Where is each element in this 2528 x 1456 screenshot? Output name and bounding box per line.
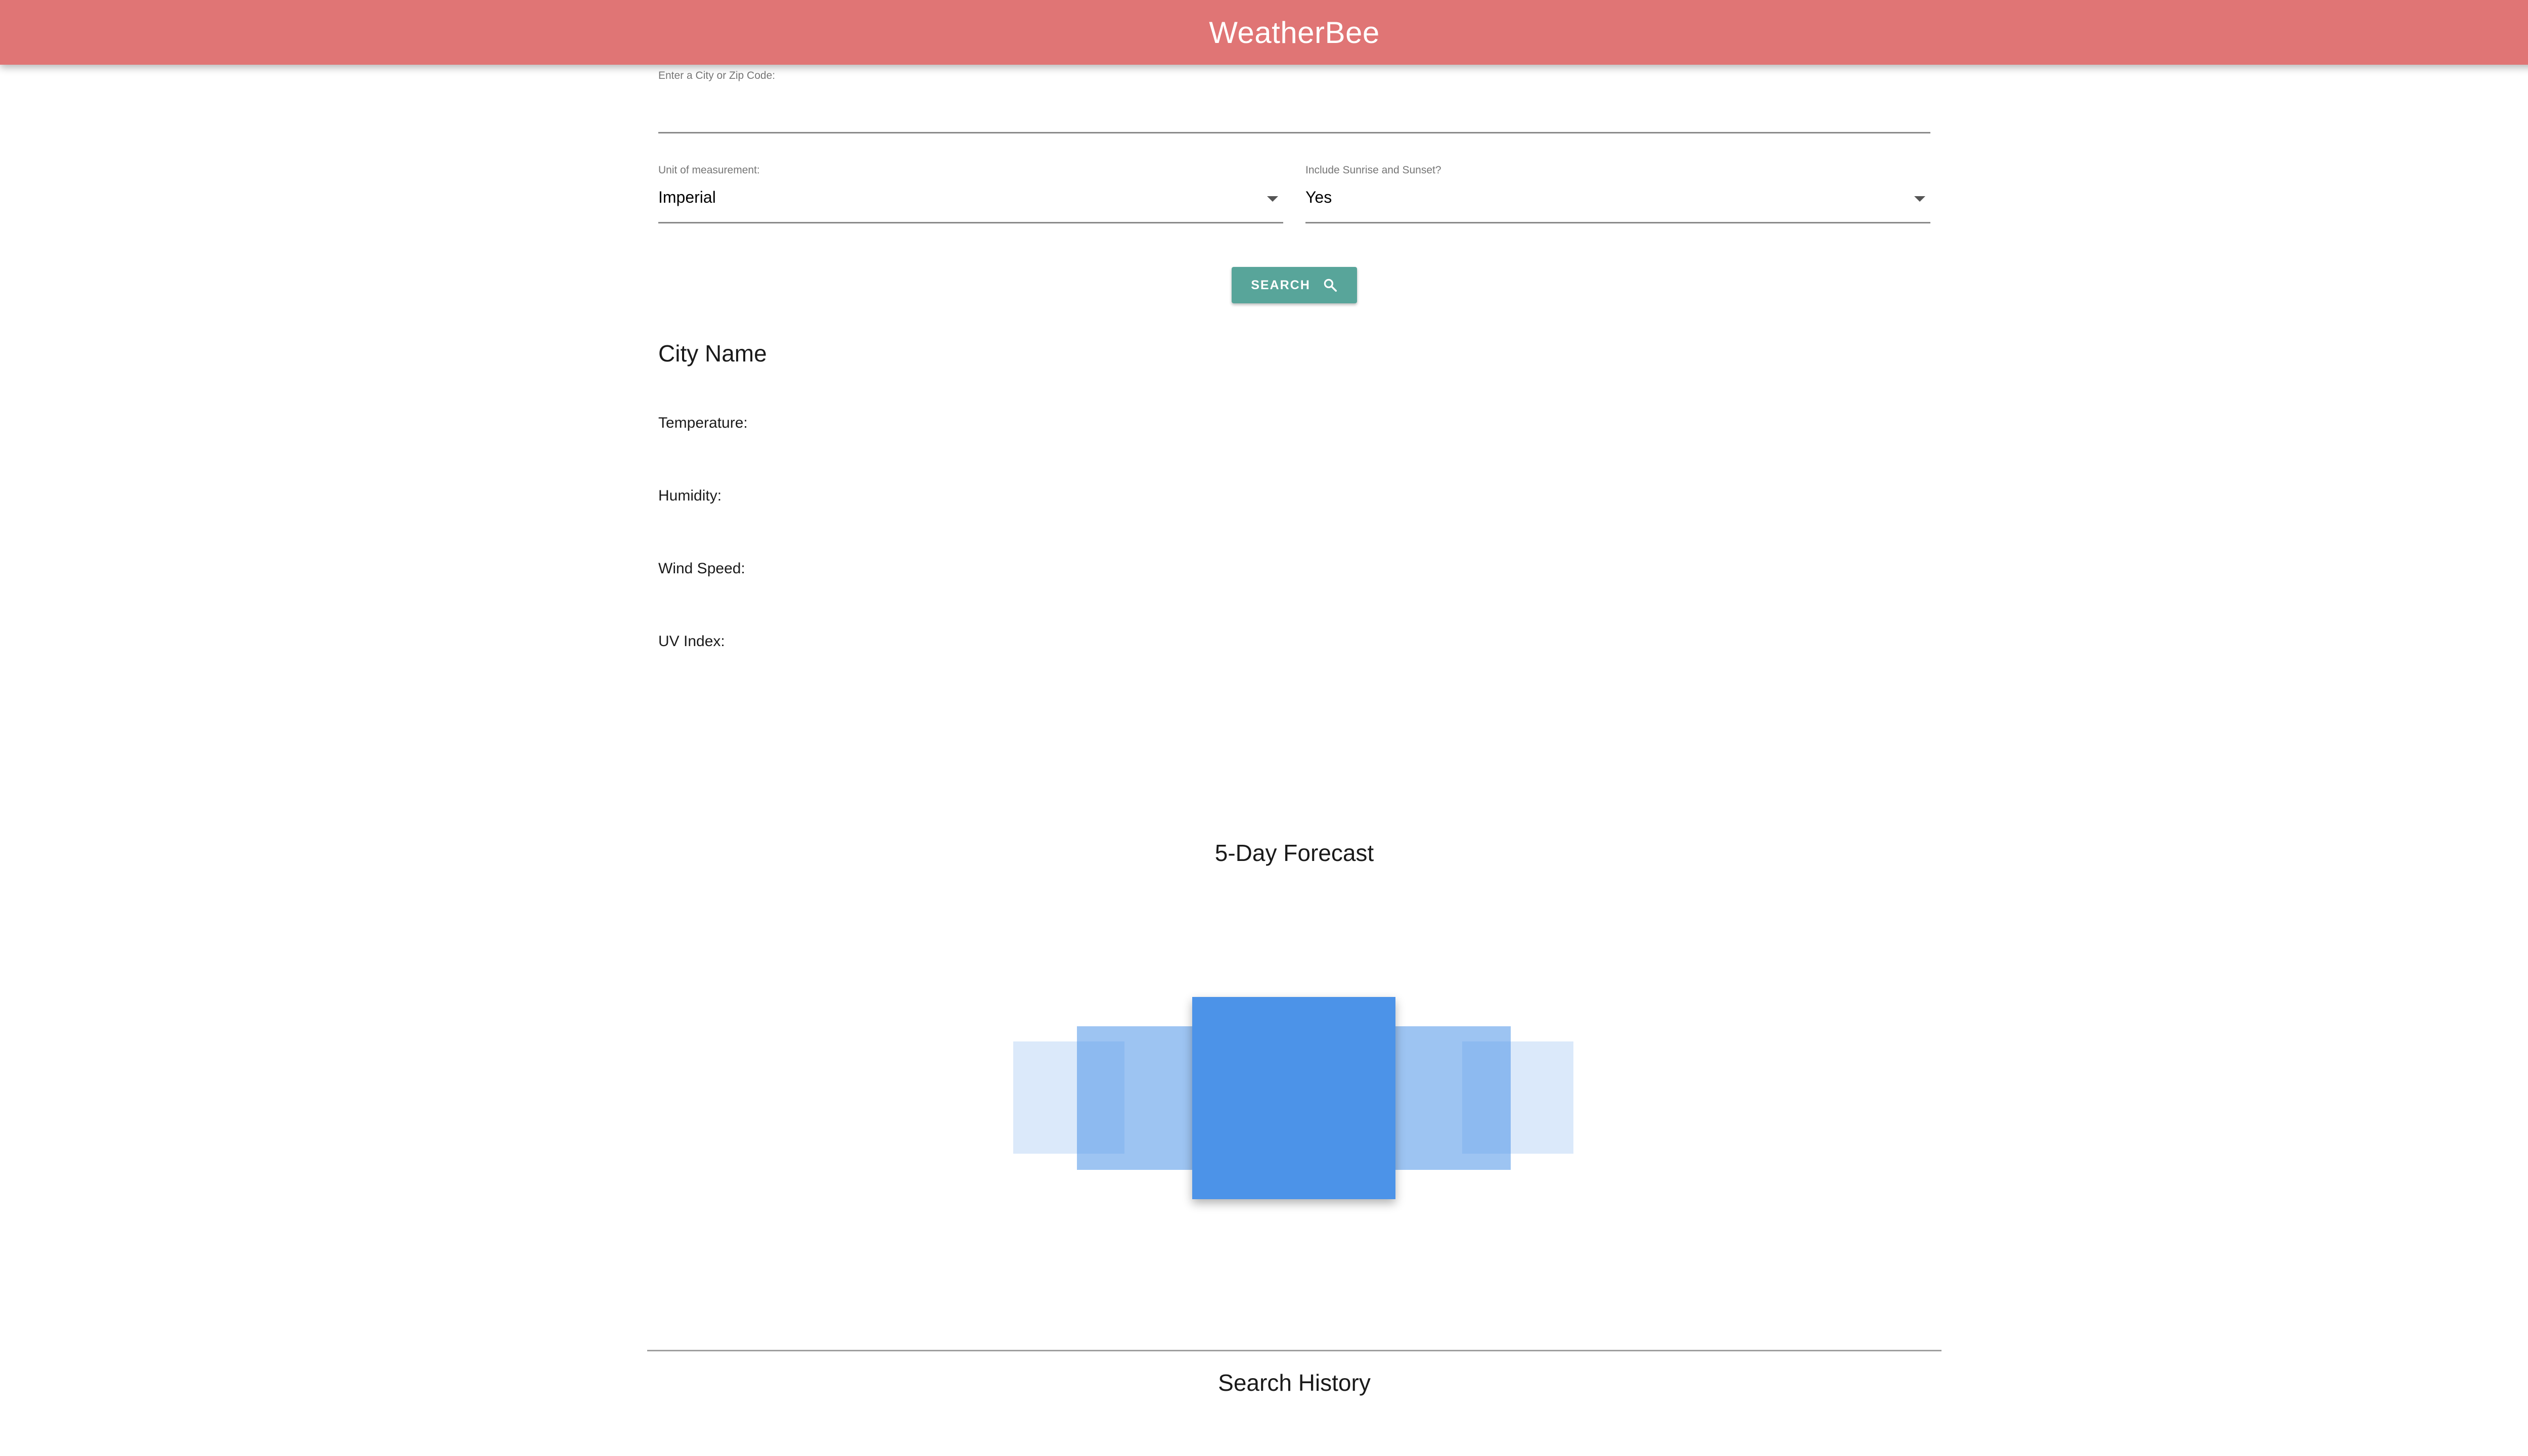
app-title: WeatherBee — [1209, 15, 1380, 50]
temperature-label: Temperature: — [658, 415, 748, 431]
search-history-title: Search History — [1218, 1370, 1371, 1396]
chevron-down-icon — [1267, 196, 1278, 202]
wind-speed-label: Wind Speed: — [658, 560, 745, 577]
forecast-card-active[interactable] — [1192, 997, 1395, 1199]
chevron-down-icon — [1914, 196, 1925, 202]
city-input-label: Enter a City or Zip Code: — [658, 70, 776, 81]
uv-index-label: UV Index: — [658, 633, 725, 650]
forecast-title: 5-Day Forecast — [1214, 840, 1374, 866]
forecast-card[interactable] — [1395, 1026, 1511, 1170]
unit-select-value: Imperial — [658, 188, 716, 206]
city-input[interactable] — [658, 99, 1930, 133]
humidity-label: Humidity: — [658, 487, 722, 504]
divider — [647, 1350, 1942, 1351]
search-icon — [1324, 279, 1337, 292]
search-button[interactable]: SEARCH — [1232, 267, 1357, 303]
sun-select-value: Yes — [1305, 188, 1332, 206]
city-name: City Name — [658, 340, 767, 367]
unit-select[interactable]: Imperial — [658, 184, 1283, 223]
unit-select-label: Unit of measurement: — [658, 164, 760, 176]
sun-select[interactable]: Yes — [1305, 184, 1930, 223]
sun-select-label: Include Sunrise and Sunset? — [1305, 164, 1441, 176]
forecast-card[interactable] — [1077, 1026, 1192, 1170]
search-button-label: SEARCH — [1251, 278, 1311, 292]
app-bar: WeatherBee — [0, 0, 2528, 65]
